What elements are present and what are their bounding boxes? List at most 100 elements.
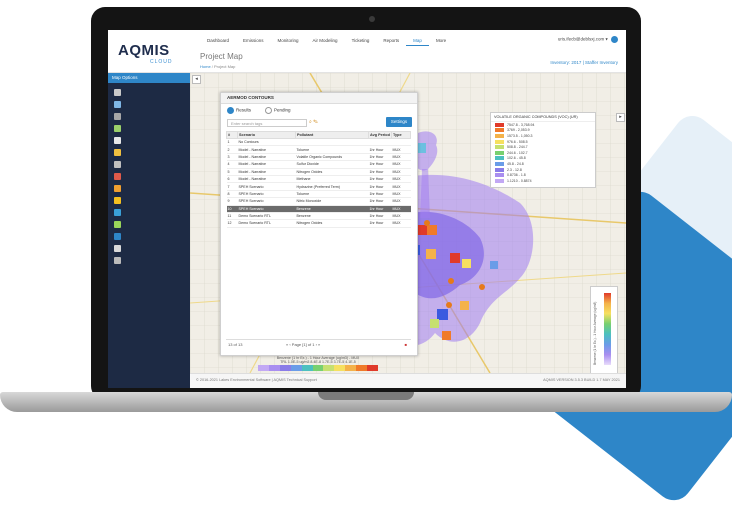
legend-label: 102.6 - 45.8 (507, 156, 526, 161)
table-row[interactable]: 11 Demo Scenario RTL Benzene 1hr Hour MUX (226, 212, 411, 221)
cell-pollutant: Volatile Organic Compounds (295, 153, 369, 162)
legend-toggle-button[interactable]: ▸ (616, 113, 625, 122)
settings-button[interactable]: Settings (386, 117, 412, 127)
cell-avg-period: 1hr Hour (368, 219, 392, 228)
nav-item-dashboard[interactable]: Dashboard (200, 38, 236, 46)
nav-item-monitoring[interactable]: Monitoring (271, 38, 306, 46)
table-header-row: # Scenario Pollutant Avg Period Type (226, 131, 411, 139)
source-marker[interactable] (479, 284, 485, 290)
cell-pollutant: Toluene (295, 190, 369, 199)
cell-type: MUX (391, 160, 411, 169)
legend-label: 244.6 - 102.7 (507, 150, 528, 155)
cell-number: 9 (226, 197, 238, 206)
user-avatar-icon[interactable] (611, 36, 618, 43)
cell-scenario: Demo Scenario RTL (237, 219, 296, 228)
map-collapse-button[interactable]: ◂ (192, 75, 201, 84)
source-marker[interactable] (446, 302, 452, 308)
sun-tool-icon[interactable] (114, 197, 121, 204)
radio-results-indicator[interactable] (227, 107, 234, 114)
color-bar-gradient (604, 293, 611, 365)
table-row[interactable]: 9 SPEH Scenario Nitric Monoxide 1hr Hour MUX (226, 197, 411, 206)
source-marker[interactable] (424, 220, 430, 226)
emission-tool-icon[interactable] (114, 173, 121, 180)
column-header-scenario[interactable]: Scenario (237, 131, 296, 139)
layers-tool-icon[interactable] (114, 89, 121, 96)
result-type-radios: Results Pending (227, 107, 291, 114)
breadcrumb-home[interactable]: Home (200, 64, 211, 69)
table-row[interactable]: 3 Model - Narrative Volatile Organic Compo… (226, 153, 411, 162)
cell-avg-period: 1hr Hour (368, 212, 392, 221)
export-pdf-icon[interactable]: ■ (405, 340, 407, 350)
search-tags-input[interactable]: Enter search tags (227, 119, 307, 127)
radio-pending-indicator[interactable] (265, 107, 273, 114)
cell-scenario: Model - Narrative (237, 160, 296, 169)
cell-avg-period: 1hr Hour (368, 190, 392, 199)
search-tool-icon[interactable] (114, 137, 121, 144)
nav-item-more[interactable]: More (429, 38, 453, 46)
measure-tool-icon[interactable] (114, 125, 121, 132)
inventory-selector[interactable]: Inventory: 2017 | Staffer Inventory (550, 60, 618, 65)
table-row[interactable]: 6 Model - Narrative Methane 1hr Hour MUX (226, 175, 411, 184)
column-header-avg-period[interactable]: Avg Period (368, 131, 392, 139)
nav-item-reports[interactable]: Reports (376, 38, 406, 46)
print-tool-icon[interactable] (114, 245, 121, 252)
legend-swatch (495, 161, 504, 166)
column-header-number[interactable]: # (226, 131, 238, 139)
cell-scenario: No Contours (237, 138, 296, 147)
pager-count: 13 of 13 (228, 342, 243, 347)
cell-pollutant: Sulfur Dioxide (295, 160, 369, 169)
cell-scenario: SPEH Scenario (237, 190, 296, 199)
cell-type (391, 138, 411, 147)
cell-scenario: Model - Narrative (237, 153, 296, 162)
main-nav: Dashboard Emissions Monitoring Air Model… (200, 38, 453, 46)
legend-swatch (495, 150, 504, 155)
source-marker[interactable] (448, 278, 454, 284)
terrain-tool-icon[interactable] (114, 221, 121, 228)
column-header-type[interactable]: Type (391, 131, 411, 139)
cell-type: MUX (391, 175, 411, 184)
cell-avg-period: 1hr Hour (368, 182, 392, 191)
table-row[interactable]: 10 SPEH Scenario Benzene 1hr Hour MUX (226, 205, 411, 213)
table-row[interactable]: 4 Model - Narrative Sulfur Dioxide 1hr Hour… (226, 160, 411, 169)
legend-swatch (495, 178, 504, 183)
user-menu[interactable]: uris.ifecb@deblsxj.com ▾ (558, 36, 618, 43)
export-tool-icon[interactable] (114, 233, 121, 240)
table-row[interactable]: 7 SPEH Scenario Hydrazine (Preferred Term)… (226, 182, 411, 191)
radio-pending[interactable]: Pending (265, 107, 291, 114)
search-tag-icons[interactable]: ⌕ ✎ (309, 119, 318, 125)
app-footer: © 2016-2021 Lakes Environmental Software… (190, 373, 626, 388)
legend-swatch (495, 122, 504, 127)
breadcrumb-current: Project Map (214, 64, 236, 69)
sidebar-title: Map Options (108, 73, 190, 83)
footer-copyright[interactable]: © 2016-2021 Lakes Environmental Software… (196, 378, 317, 382)
filter-tool-icon[interactable] (114, 161, 121, 168)
scale-color-bar (258, 365, 378, 371)
contour-tool-icon[interactable] (114, 185, 121, 192)
grid-tool-icon[interactable] (114, 113, 121, 120)
table-row[interactable]: 2 Model - Narrative Toluene 1hr Hour MUX (226, 145, 411, 154)
nav-item-ticketing[interactable]: Ticketing (345, 38, 377, 46)
column-header-pollutant[interactable]: Pollutant (295, 131, 369, 139)
select-tool-icon[interactable] (114, 101, 121, 108)
weather-tool-icon[interactable] (114, 209, 121, 216)
nav-item-map[interactable]: Map (406, 38, 429, 46)
legend-label: 1573.5 - 1,050.3 (507, 133, 533, 138)
pager-controls[interactable]: « ‹ Page [1] of 1 › » (286, 340, 320, 350)
table-row[interactable]: 5 Model - Narrative Nitrogen Oxides 1hr Hou… (226, 168, 411, 176)
cell-pollutant: Nitric Monoxide (295, 197, 369, 206)
cell-type: MUX (391, 168, 411, 176)
table-row[interactable]: 8 SPEH Scenario Toluene 1hr Hour MUX (226, 190, 411, 199)
nav-item-emissions[interactable]: Emissions (236, 38, 271, 46)
settings-tool-icon[interactable] (114, 257, 121, 264)
radio-results[interactable]: Results (227, 107, 251, 114)
laptop-camera (369, 16, 375, 22)
table-row[interactable]: 12 Demo Scenario RTL Nitrogen Oxides 1hr Ho… (226, 219, 411, 228)
pager-page-label: Page (291, 342, 302, 347)
legend-label: 7547.8 - 3,768.94 (507, 122, 535, 127)
cell-scenario: SPEH Scenario (237, 182, 296, 191)
nav-item-air-modeling[interactable]: Air Modeling (306, 38, 345, 46)
app-header: AQMIS CLOUD Dashboard Emissions Monitori… (108, 30, 626, 73)
marker-tool-icon[interactable] (114, 149, 121, 156)
app-logo[interactable]: AQMIS (118, 42, 170, 59)
table-row[interactable]: 1 No Contours (226, 138, 411, 147)
